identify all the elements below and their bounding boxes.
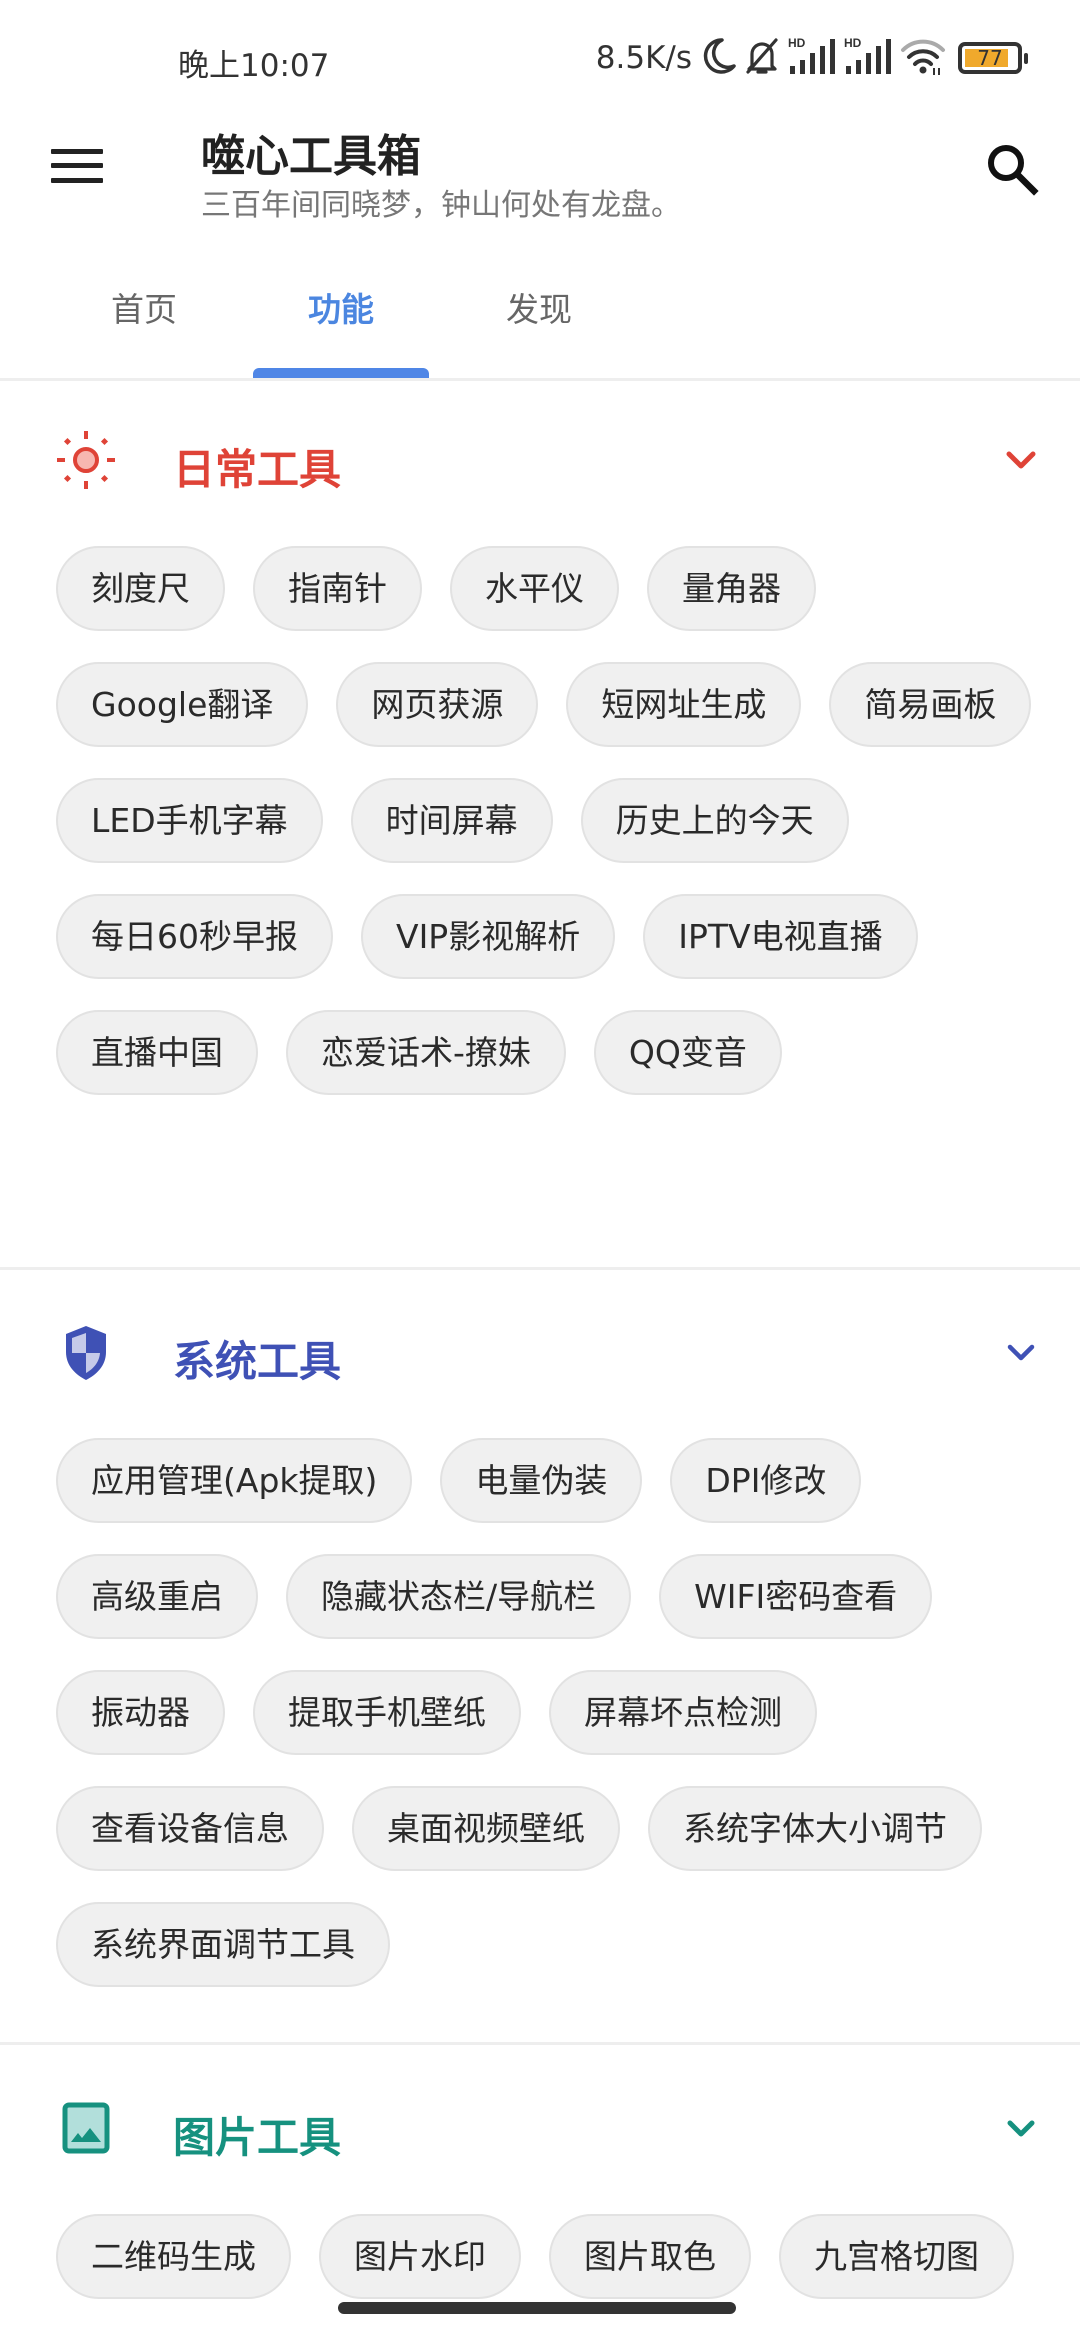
- hamburger-menu-icon[interactable]: [44, 138, 110, 194]
- chip-web-source[interactable]: 网页获源: [336, 662, 539, 747]
- svg-text:HD: HD: [844, 36, 862, 50]
- shield-icon: [54, 1320, 118, 1384]
- chevron-down-icon[interactable]: [1002, 445, 1040, 475]
- chip-vibrator[interactable]: 振动器: [56, 1670, 225, 1755]
- chip-protractor[interactable]: 量角器: [647, 546, 816, 631]
- tab-features[interactable]: 功能: [253, 285, 429, 345]
- chip-group: 应用管理(Apk提取) 电量伪装 DPI修改 高级重启 隐藏状态栏/导航栏 WI…: [0, 1438, 1040, 1987]
- chip-wifi-password[interactable]: WIFI密码查看: [659, 1554, 933, 1639]
- chip-extract-wallpaper[interactable]: 提取手机壁纸: [253, 1670, 521, 1755]
- tabs-divider: [0, 378, 1080, 381]
- chip-love-talk[interactable]: 恋爱话术-撩妹: [286, 1010, 566, 1095]
- status-bar: 晚上10:07 8.5K/s HD HD 77: [0, 0, 1080, 110]
- chip-qq-voice[interactable]: QQ变音: [593, 1010, 782, 1095]
- chip-app-manager[interactable]: 应用管理(Apk提取): [56, 1438, 413, 1523]
- chip-hide-bars[interactable]: 隐藏状态栏/导航栏: [286, 1554, 632, 1639]
- chip-compass[interactable]: 指南针: [253, 546, 422, 631]
- battery-icon: 77: [958, 42, 1028, 74]
- chip-group: 刻度尺 指南针 水平仪 量角器 Google翻译 网页获源 短网址生成 简易画板…: [0, 546, 1040, 1095]
- menu-bar: [51, 163, 103, 168]
- section-daily-tools: 日常工具 刻度尺 指南针 水平仪 量角器 Google翻译 网页获源 短网址生成…: [0, 400, 1080, 1095]
- chip-system-ui-tuner[interactable]: 系统界面调节工具: [56, 1902, 390, 1987]
- chip-battery-spoof[interactable]: 电量伪装: [440, 1438, 643, 1523]
- status-time: 晚上10:07: [178, 48, 330, 84]
- chip-group: 二维码生成 图片水印 图片取色 九宫格切图: [0, 2214, 1040, 2299]
- chip-google-translate[interactable]: Google翻译: [56, 662, 309, 747]
- chip-daily-news[interactable]: 每日60秒早报: [56, 894, 333, 979]
- section-system-tools: 系统工具 应用管理(Apk提取) 电量伪装 DPI修改 高级重启 隐藏状态栏/导…: [0, 1292, 1080, 1987]
- image-icon: [54, 2096, 118, 2160]
- sun-icon: [54, 428, 118, 492]
- chip-grid-cut[interactable]: 九宫格切图: [779, 2214, 1014, 2299]
- bell-off-icon: [744, 36, 780, 80]
- section-divider: [0, 2042, 1080, 2045]
- chip-ruler[interactable]: 刻度尺: [56, 546, 225, 631]
- chip-qr-generator[interactable]: 二维码生成: [56, 2214, 291, 2299]
- chip-advanced-reboot[interactable]: 高级重启: [56, 1554, 258, 1639]
- app-bar: 噬心工具箱 三百年间同晓梦，钟山何处有龙盘。: [0, 110, 1080, 240]
- search-icon[interactable]: [980, 138, 1044, 198]
- chip-font-size[interactable]: 系统字体大小调节: [648, 1786, 982, 1871]
- tab-bar: 首页 功能 发现: [0, 250, 1080, 381]
- tab-indicator: [253, 368, 429, 378]
- signal-hd-icon: HD: [788, 36, 836, 80]
- chip-video-wallpaper[interactable]: 桌面视频壁纸: [352, 1786, 620, 1871]
- moon-icon: [702, 37, 736, 79]
- svg-text:HD: HD: [788, 36, 806, 50]
- app-subtitle: 三百年间同晓梦，钟山何处有龙盘。: [201, 188, 681, 223]
- chevron-down-icon[interactable]: [1002, 1337, 1040, 1367]
- signal-hd-icon: HD: [844, 36, 892, 80]
- status-icons: 8.5K/s HD HD 77: [595, 36, 1028, 80]
- chip-sketchpad[interactable]: 简易画板: [829, 662, 1032, 747]
- chip-device-info[interactable]: 查看设备信息: [56, 1786, 324, 1871]
- section-header-image-tools[interactable]: 图片工具: [0, 2068, 1080, 2188]
- chip-time-screen[interactable]: 时间屏幕: [350, 778, 553, 863]
- network-speed: 8.5K/s: [595, 40, 692, 76]
- chip-led-subtitle[interactable]: LED手机字幕: [56, 778, 323, 863]
- menu-bar: [51, 178, 103, 183]
- section-title: 图片工具: [173, 2113, 342, 2162]
- section-divider: [0, 1267, 1080, 1270]
- chip-short-url[interactable]: 短网址生成: [566, 662, 802, 747]
- chip-dpi[interactable]: DPI修改: [670, 1438, 862, 1523]
- section-header-daily-tools[interactable]: 日常工具: [0, 400, 1080, 520]
- tab-home[interactable]: 首页: [56, 285, 232, 345]
- chip-dead-pixel[interactable]: 屏幕坏点检测: [549, 1670, 817, 1755]
- section-title: 日常工具: [173, 445, 342, 494]
- chip-live-china[interactable]: 直播中国: [56, 1010, 258, 1095]
- app-title: 噬心工具箱: [201, 131, 421, 182]
- chip-today-in-history[interactable]: 历史上的今天: [580, 778, 849, 863]
- chevron-down-icon[interactable]: [1002, 2113, 1040, 2143]
- chip-level[interactable]: 水平仪: [450, 546, 619, 631]
- section-image-tools: 图片工具 二维码生成 图片水印 图片取色 九宫格切图: [0, 2068, 1080, 2299]
- tab-discover[interactable]: 发现: [451, 285, 627, 345]
- chip-color-picker[interactable]: 图片取色: [549, 2214, 751, 2299]
- chip-vip-video[interactable]: VIP影视解析: [361, 894, 616, 979]
- battery-level: 77: [977, 46, 1003, 70]
- wifi-icon: [900, 36, 946, 80]
- section-title: 系统工具: [173, 1337, 342, 1386]
- chip-iptv[interactable]: IPTV电视直播: [643, 894, 918, 979]
- chip-image-watermark[interactable]: 图片水印: [319, 2214, 521, 2299]
- menu-bar: [51, 149, 103, 154]
- home-indicator[interactable]: [338, 2302, 736, 2314]
- section-header-system-tools[interactable]: 系统工具: [0, 1292, 1080, 1412]
